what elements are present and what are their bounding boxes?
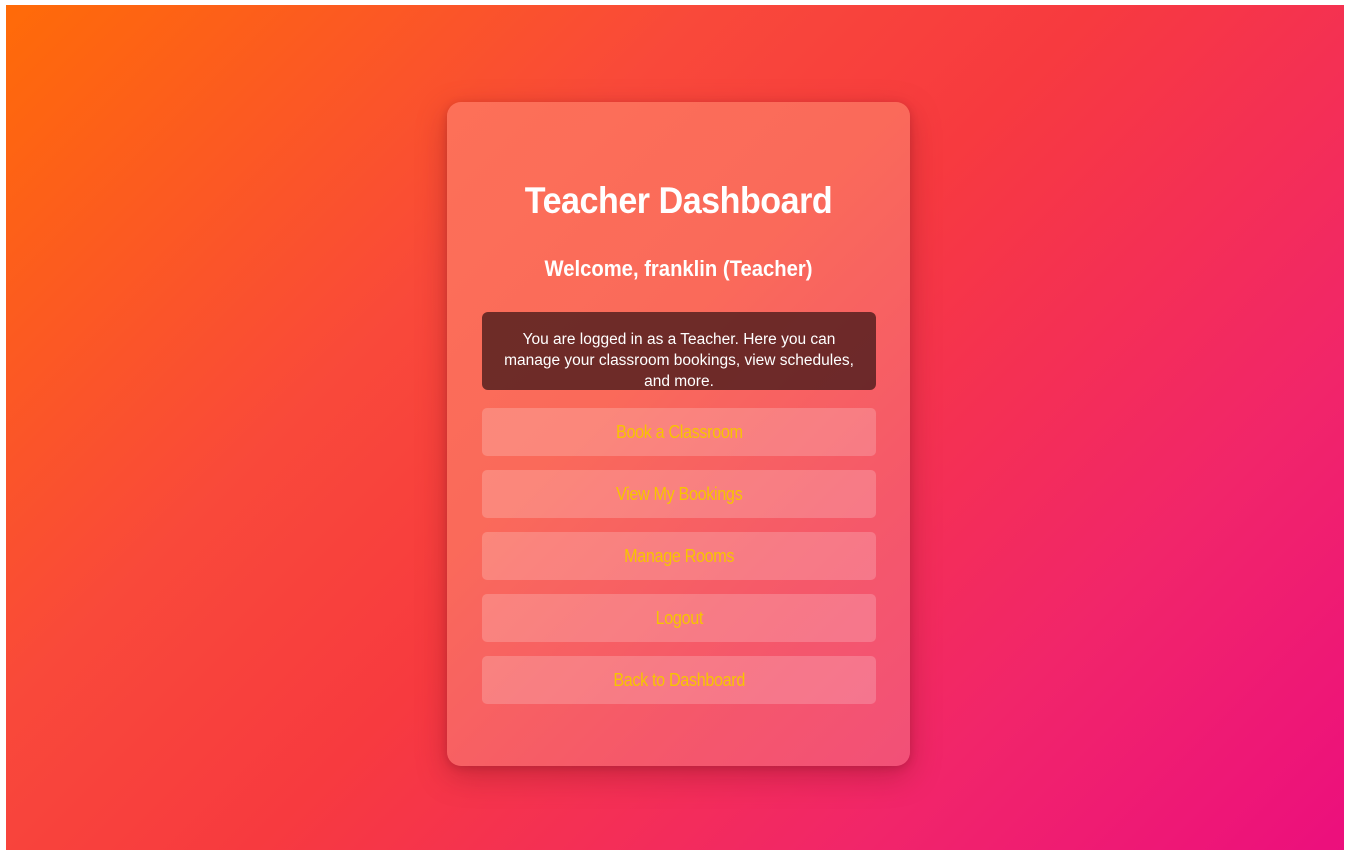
role-info-box: You are logged in as a Teacher. Here you… <box>482 312 876 390</box>
book-classroom-button[interactable]: Book a Classroom <box>482 408 876 456</box>
book-classroom-label: Book a Classroom <box>615 422 743 442</box>
dashboard-card: Teacher Dashboard Welcome, franklin (Tea… <box>447 102 910 766</box>
logout-label: Logout <box>655 608 703 628</box>
manage-rooms-label: Manage Rooms <box>623 546 735 566</box>
view-my-bookings-button[interactable]: View My Bookings <box>482 470 876 518</box>
manage-rooms-button[interactable]: Manage Rooms <box>482 532 876 580</box>
page-title: Teacher Dashboard <box>524 180 833 221</box>
view-my-bookings-label: View My Bookings <box>615 484 743 504</box>
logout-button[interactable]: Logout <box>482 594 876 642</box>
welcome-message: Welcome, franklin (Teacher) <box>544 256 813 281</box>
page-background: Teacher Dashboard Welcome, franklin (Tea… <box>6 5 1344 850</box>
back-to-dashboard-button[interactable]: Back to Dashboard <box>482 656 876 704</box>
back-to-dashboard-label: Back to Dashboard <box>613 670 745 690</box>
